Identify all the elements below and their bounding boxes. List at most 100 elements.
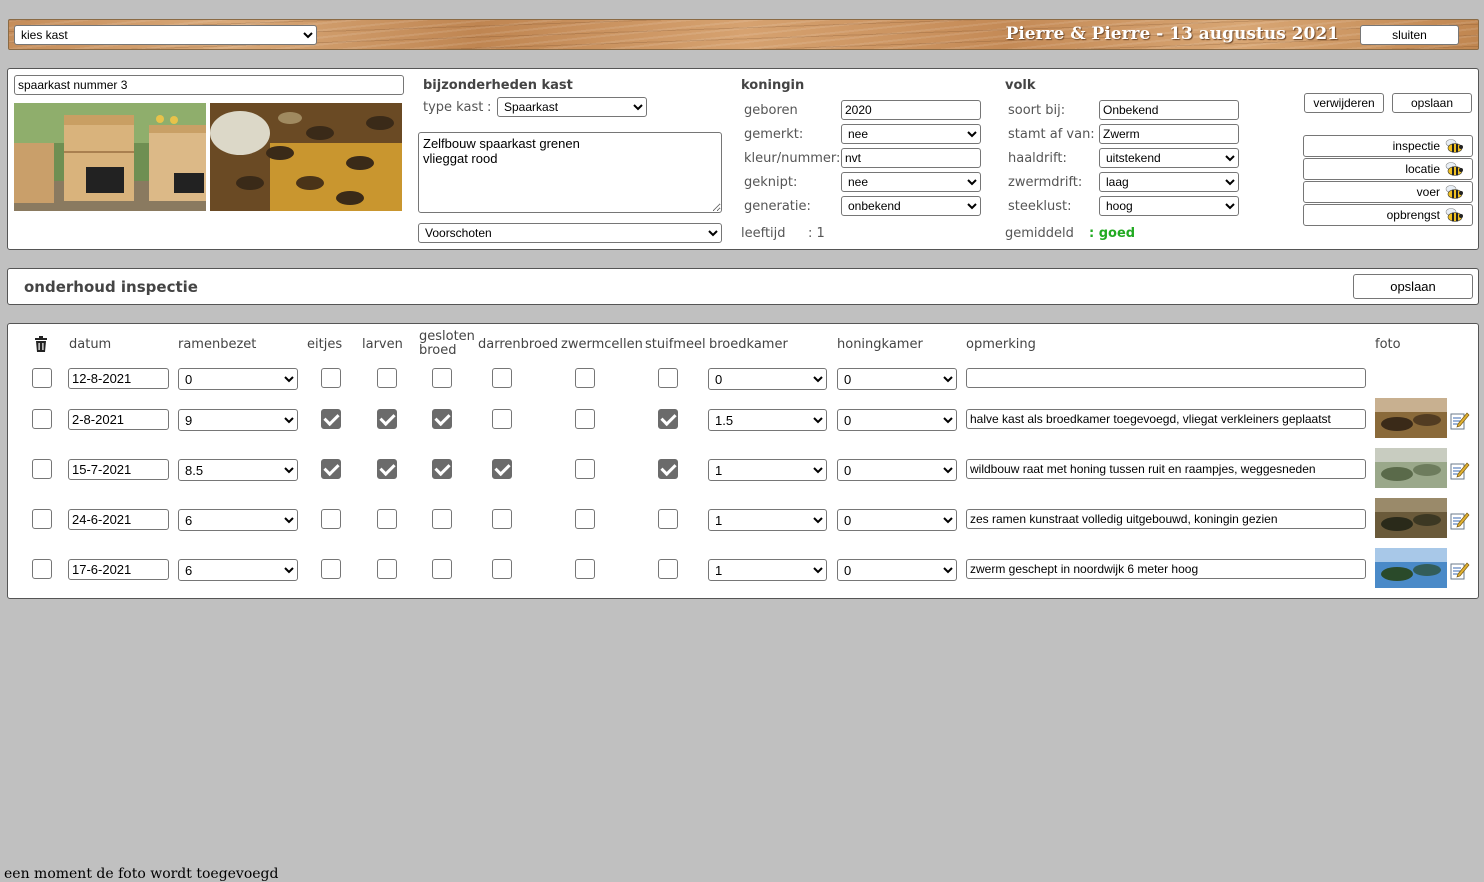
frames-select[interactable]: 6 xyxy=(178,559,298,581)
close-button[interactable]: sluiten xyxy=(1360,25,1459,45)
swarm-cells-checkbox[interactable] xyxy=(575,368,595,388)
edit-photo-icon[interactable] xyxy=(1450,510,1470,530)
brood-chamber-select[interactable]: 1 xyxy=(708,459,827,481)
col-header-photo[interactable]: foto xyxy=(1375,338,1401,352)
edit-photo-icon[interactable] xyxy=(1450,410,1470,430)
brood-chamber-select[interactable]: 1.5 xyxy=(708,409,827,431)
remark-input[interactable] xyxy=(966,559,1366,579)
colony-swarm-select[interactable]: laag xyxy=(1099,172,1239,192)
row-select-checkbox[interactable] xyxy=(32,409,52,429)
larvae-checkbox[interactable] xyxy=(377,368,397,388)
hive-photo[interactable] xyxy=(14,103,206,211)
frames-select[interactable]: 0 xyxy=(178,368,298,390)
row-select-checkbox[interactable] xyxy=(32,509,52,529)
col-header-brood-chamber[interactable]: broedkamer xyxy=(709,338,788,352)
hive-description-textarea[interactable]: Zelfbouw spaarkast grenen vlieggat rood xyxy=(418,132,722,213)
colony-forage-select[interactable]: uitstekend xyxy=(1099,148,1239,168)
queen-generation-select[interactable]: onbekend xyxy=(841,196,981,216)
col-header-larvae[interactable]: larven xyxy=(362,338,403,352)
frames-select[interactable]: 9 xyxy=(178,409,298,431)
nav-yield-button[interactable]: opbrengst xyxy=(1303,204,1473,226)
eggs-checkbox[interactable] xyxy=(321,509,341,529)
col-header-frames[interactable]: ramenbezet xyxy=(178,338,256,352)
capped-brood-checkbox[interactable] xyxy=(432,368,452,388)
row-select-checkbox[interactable] xyxy=(32,459,52,479)
location-select[interactable]: Voorschoten xyxy=(418,223,722,243)
inspection-photo-thumbnail[interactable] xyxy=(1375,448,1447,488)
queen-marked-select[interactable]: nee xyxy=(841,124,981,144)
capped-brood-checkbox[interactable] xyxy=(432,509,452,529)
save-inspection-button[interactable]: opslaan xyxy=(1353,274,1473,299)
inspection-photo-thumbnail[interactable] xyxy=(1375,398,1447,438)
drone-brood-checkbox[interactable] xyxy=(492,509,512,529)
honey-chamber-select[interactable]: 0 xyxy=(837,459,957,481)
hive-select[interactable]: kies kast xyxy=(14,25,317,45)
date-input[interactable] xyxy=(68,459,169,480)
brood-chamber-select[interactable]: 0 xyxy=(708,368,827,390)
col-header-drone-brood[interactable]: darrenbroed xyxy=(478,338,558,352)
larvae-checkbox[interactable] xyxy=(377,409,397,429)
hive-type-select[interactable]: Spaarkast xyxy=(497,97,647,117)
col-header-swarm-cells[interactable]: zwermcellen xyxy=(561,338,643,352)
remark-input[interactable] xyxy=(966,509,1366,529)
date-input[interactable] xyxy=(68,368,169,389)
drone-brood-checkbox[interactable] xyxy=(492,559,512,579)
swarm-cells-checkbox[interactable] xyxy=(575,409,595,429)
row-select-checkbox[interactable] xyxy=(32,559,52,579)
drone-brood-checkbox[interactable] xyxy=(492,409,512,429)
pollen-checkbox[interactable] xyxy=(658,509,678,529)
queen-born-input[interactable] xyxy=(841,100,981,120)
drone-brood-checkbox[interactable] xyxy=(492,459,512,479)
pollen-checkbox[interactable] xyxy=(658,459,678,479)
larvae-checkbox[interactable] xyxy=(377,459,397,479)
col-header-date[interactable]: datum xyxy=(69,338,111,352)
nav-location-button[interactable]: locatie xyxy=(1303,158,1473,180)
edit-photo-icon[interactable] xyxy=(1450,560,1470,580)
col-header-remark[interactable]: opmerking xyxy=(966,338,1036,352)
swarm-cells-checkbox[interactable] xyxy=(575,459,595,479)
eggs-checkbox[interactable] xyxy=(321,459,341,479)
eggs-checkbox[interactable] xyxy=(321,409,341,429)
colony-sting-select[interactable]: hoog xyxy=(1099,196,1239,216)
inspection-photo-thumbnail[interactable] xyxy=(1375,498,1447,538)
bees-photo[interactable] xyxy=(210,103,402,211)
eggs-checkbox[interactable] xyxy=(321,559,341,579)
date-input[interactable] xyxy=(68,559,169,580)
row-select-checkbox[interactable] xyxy=(32,368,52,388)
delete-button[interactable]: verwijderen xyxy=(1304,93,1384,113)
remark-input[interactable] xyxy=(966,368,1366,388)
drone-brood-checkbox[interactable] xyxy=(492,368,512,388)
remark-input[interactable] xyxy=(966,459,1366,479)
swarm-cells-checkbox[interactable] xyxy=(575,509,595,529)
honey-chamber-select[interactable]: 0 xyxy=(837,368,957,390)
swarm-cells-checkbox[interactable] xyxy=(575,559,595,579)
nav-inspection-button[interactable]: inspectie xyxy=(1303,135,1473,157)
queen-color-input[interactable] xyxy=(841,148,981,168)
colony-species-input[interactable] xyxy=(1099,100,1239,120)
col-header-capped-brood[interactable]: gesloten broed xyxy=(419,330,475,358)
col-header-pollen[interactable]: stuifmeel xyxy=(645,338,706,352)
queen-clipped-select[interactable]: nee xyxy=(841,172,981,192)
save-hive-button[interactable]: opslaan xyxy=(1392,93,1472,113)
honey-chamber-select[interactable]: 0 xyxy=(837,559,957,581)
larvae-checkbox[interactable] xyxy=(377,509,397,529)
col-header-eggs[interactable]: eitjes xyxy=(307,338,342,352)
larvae-checkbox[interactable] xyxy=(377,559,397,579)
capped-brood-checkbox[interactable] xyxy=(432,409,452,429)
honey-chamber-select[interactable]: 0 xyxy=(837,509,957,531)
frames-select[interactable]: 6 xyxy=(178,509,298,531)
capped-brood-checkbox[interactable] xyxy=(432,559,452,579)
pollen-checkbox[interactable] xyxy=(658,559,678,579)
eggs-checkbox[interactable] xyxy=(321,368,341,388)
capped-brood-checkbox[interactable] xyxy=(432,459,452,479)
inspection-photo-thumbnail[interactable] xyxy=(1375,548,1447,588)
date-input[interactable] xyxy=(68,509,169,530)
date-input[interactable] xyxy=(68,409,169,430)
nav-feed-button[interactable]: voer xyxy=(1303,181,1473,203)
pollen-checkbox[interactable] xyxy=(658,409,678,429)
frames-select[interactable]: 8.5 xyxy=(178,459,298,481)
remark-input[interactable] xyxy=(966,409,1366,429)
edit-photo-icon[interactable] xyxy=(1450,460,1470,480)
pollen-checkbox[interactable] xyxy=(658,368,678,388)
hive-name-input[interactable] xyxy=(14,75,404,95)
